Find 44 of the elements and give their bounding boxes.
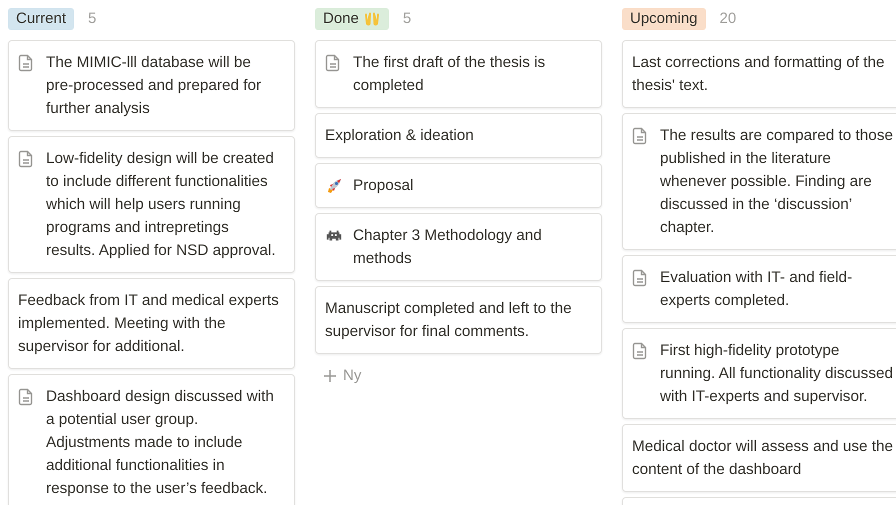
card-title: First high-fidelity prototype running. All functionality discussed with IT-experts and supervisor. — [660, 341, 894, 407]
plus-icon — [323, 369, 337, 384]
card-title: The results are compared to those published in the literature whenever possible. Finding are discussed in the ‘discussion’ chapter. — [660, 126, 894, 238]
rocket-icon — [325, 177, 343, 195]
card-title: Chapter 3 Methodology and methods — [353, 226, 543, 269]
board-card[interactable]: Proposal — [315, 163, 602, 208]
document-icon — [18, 150, 34, 168]
board-card[interactable]: Exploration & ideation — [315, 113, 602, 158]
card-title: Feedback from IT and medical experts implemented. Meeting with the supervisor for additional. — [18, 291, 280, 357]
board-card[interactable]: Dashboard design discussed with a potential user group. Adjustments made to include additional functionalities in response to the user’s feedback. — [8, 374, 295, 505]
board-card[interactable]: Chapter 3 Methodology and methods — [315, 213, 602, 281]
board-card[interactable]: Evaluation with IT- and field-experts completed. — [622, 255, 896, 323]
board-card[interactable]: Low-fidelity design will be created to include different functionalities which will help users running programs and intrepretings results. Applied for NSD approval. — [8, 136, 295, 273]
board-card[interactable]: Manuscript completed and left to the supervisor for final comments. — [315, 286, 602, 354]
document-icon — [18, 388, 34, 406]
card-title: Last corrections and formatting of the thesis' text. — [632, 53, 886, 96]
column-tag: Upcoming — [622, 8, 706, 30]
column-tag: Current — [8, 8, 74, 30]
column-tag: Done — [315, 8, 389, 30]
board-card[interactable]: Last corrections and formatting of the thesis' text. — [622, 40, 896, 108]
board-card[interactable]: The MIMIC-lll database will be pre-processed and prepared for further analysis — [8, 40, 295, 131]
card-count: 5 — [402, 8, 412, 29]
card-title: Dashboard design discussed with a potential user group. Adjustments made to include additional functionalities in response to the user’s feedback. — [46, 387, 275, 499]
board-card[interactable]: Medical doctor will assess and use the content of the dashboard — [622, 424, 896, 492]
document-icon — [325, 54, 341, 72]
card-title: Low-fidelity design will be created to include different functionalities which will help users running programs and intrepretings results. Applied for NSD approval. — [46, 149, 277, 261]
card-title: The first draft of the thesis is completed — [353, 53, 546, 96]
card-title: Manuscript completed and left to the supervisor for final comments. — [325, 299, 573, 342]
card-count: 20 — [720, 8, 736, 29]
card-title: Medical doctor will assess and use the content of the dashboard — [632, 437, 894, 480]
document-icon — [632, 127, 648, 145]
card-title: Proposal — [353, 176, 414, 196]
raised-hands-icon — [362, 11, 381, 27]
card-title: The MIMIC-lll database will be pre-processed and prepared for further analysis — [46, 53, 262, 119]
board-card[interactable]: Feedback from IT and medical experts implemented. Meeting with the supervisor for additional. — [8, 278, 295, 369]
document-icon — [18, 54, 34, 72]
document-icon — [632, 269, 648, 287]
document-icon — [632, 342, 648, 360]
card-title: Exploration & ideation — [325, 126, 474, 146]
board-card[interactable]: The results are compared to those published in the literature whenever possible. Finding are discussed in the ‘discussion’ chapter. — [622, 113, 896, 250]
card-title: Evaluation with IT- and field-experts completed. — [660, 268, 854, 311]
board-card[interactable]: First high-fidelity prototype running. All functionality discussed with IT-experts and supervisor. — [622, 328, 896, 419]
board-card[interactable]: The first draft of the thesis is completed — [315, 40, 602, 108]
card-count: 5 — [88, 8, 96, 29]
